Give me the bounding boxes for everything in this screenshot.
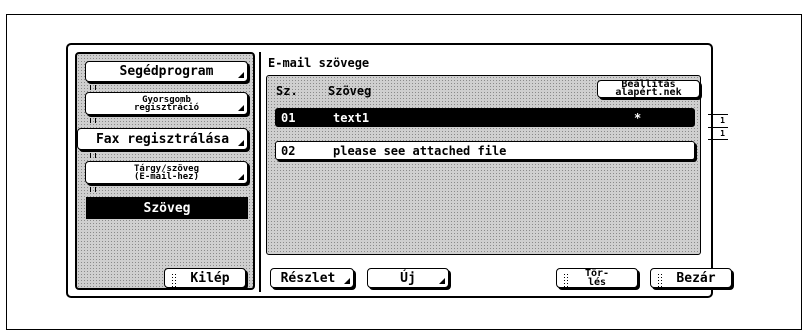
dots-icon: [171, 273, 177, 287]
menu-connector: [90, 153, 96, 158]
column-header-text: Szöveg: [328, 84, 372, 98]
table-row[interactable]: 02 please see attached file: [275, 141, 695, 160]
speed-dial-registration-button[interactable]: Gyorsgomb regisztráció: [85, 92, 248, 115]
corner-arrow-icon: [238, 174, 244, 180]
speed-dial-line2: regisztráció: [133, 102, 200, 113]
subject-text-button[interactable]: Tárgy/szöveg (E-mail-hez): [85, 161, 248, 184]
row-number: 02: [281, 143, 296, 158]
row-default-mark: *: [634, 110, 642, 125]
page-title: E-mail szövege: [268, 56, 370, 70]
subject-text-line2: (E-mail-hez): [133, 171, 200, 182]
details-button[interactable]: Részlet: [270, 268, 354, 288]
text-menu-label: Szöveg: [143, 200, 191, 216]
row-text: please see attached file: [333, 143, 507, 158]
page-total: 1: [720, 129, 725, 138]
corner-arrow-icon: [344, 278, 350, 284]
details-label: Részlet: [280, 270, 336, 286]
row-text: text1: [333, 110, 370, 125]
new-button[interactable]: Új: [367, 268, 449, 288]
exit-label: Kilép: [190, 270, 230, 286]
page-indicator: 1 1: [708, 114, 728, 140]
menu-connector: [90, 187, 96, 192]
fax-registration-label: Fax regisztrálása: [95, 131, 230, 147]
text-menu-item-selected[interactable]: Szöveg: [86, 197, 248, 219]
corner-arrow-icon: [439, 278, 445, 284]
new-label: Új: [400, 270, 416, 286]
fax-registration-button[interactable]: Fax regisztrálása: [77, 128, 248, 150]
corner-arrow-icon: [238, 140, 244, 146]
text-list-area: [266, 75, 701, 255]
corner-arrow-icon: [238, 105, 244, 111]
corner-arrow-icon: [238, 72, 244, 78]
menu-connector: [90, 85, 96, 90]
page-divider: [708, 127, 728, 128]
set-default-button[interactable]: Beállítás alapért.nek: [597, 80, 700, 98]
delete-line2: lés: [587, 277, 607, 288]
delete-button[interactable]: Tör- lés: [556, 268, 638, 288]
table-row[interactable]: 01 text1 *: [275, 108, 695, 127]
page-current: 1: [720, 116, 725, 125]
menu-connector: [90, 118, 96, 123]
dots-icon: [657, 273, 663, 287]
utility-button[interactable]: Segédprogram: [85, 61, 248, 82]
close-label: Bezár: [676, 270, 716, 286]
exit-button[interactable]: Kilép: [164, 268, 246, 288]
set-default-line2: alapért.nek: [615, 87, 682, 98]
close-button[interactable]: Bezár: [650, 268, 732, 288]
column-header-no: Sz.: [276, 84, 298, 98]
dots-icon: [563, 273, 569, 287]
row-number: 01: [281, 110, 296, 125]
utility-button-label: Segédprogram: [119, 64, 214, 79]
